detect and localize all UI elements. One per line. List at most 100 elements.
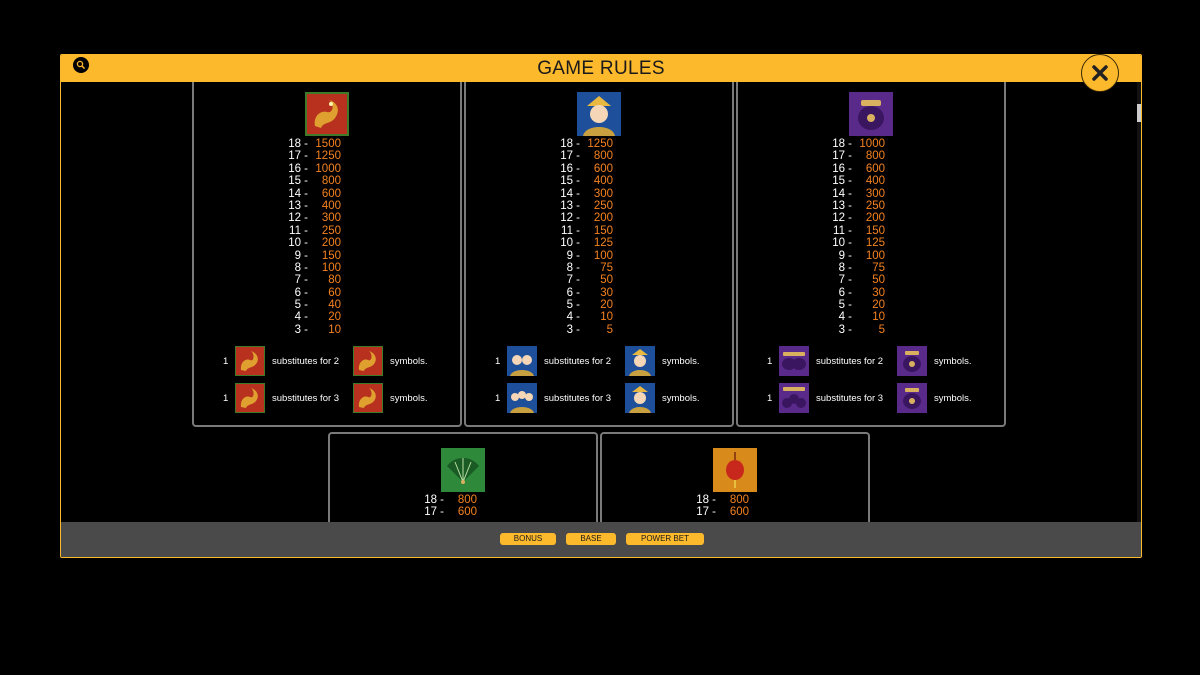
symbol-count: 5 [838,299,845,312]
symbol-count: 10 [288,237,301,250]
paytable-row: 13-400 [279,200,341,212]
paytable-panel-lantern: 18-800 17-600 [600,432,870,522]
separator: - [440,506,444,519]
separator: - [304,138,308,150]
symbol-count: 4 [294,311,301,324]
paytable-row: 6- 30 [823,287,885,299]
separator: - [304,224,308,237]
paytable-row: 4- 20 [279,311,341,323]
paytable-row: 5- 20 [823,299,885,311]
paytable-row: 18- 800 [687,494,749,506]
power-bet-button[interactable]: POWER BET [626,533,704,545]
separator: - [576,199,580,212]
symbol-count: 6 [566,286,573,299]
wild-dragon-icon [235,346,265,376]
paytable-row: 4- 10 [823,311,885,323]
paytable-row: 12-200 [551,212,613,224]
payout-amount: 1250 [315,150,341,163]
paytable-row: 5- 40 [279,299,341,311]
pot-icon [897,383,927,413]
paytable-row: 18-1500 [279,138,341,150]
symbol-count: 12 [832,212,845,225]
separator: - [848,187,852,200]
payout-amount: 400 [865,175,885,188]
symbol-count: 18 [832,138,845,150]
wild-dragon-icon [235,383,265,413]
paytable-row: 7- 80 [279,274,341,286]
symbol-count: 7 [566,274,573,287]
payout-amount: 800 [865,150,885,163]
paytable-row: 16-1000 [279,163,341,175]
substitute-suffix: symbols. [390,393,428,404]
payout-amount: 1000 [859,138,885,150]
bonus-button[interactable]: BONUS [500,533,556,545]
paytable-row: 7- 50 [823,274,885,286]
wild-empress-icon [507,346,537,376]
symbol-count: 8 [838,261,845,274]
substitute-suffix: symbols. [662,356,700,367]
payout-amount: 300 [593,187,613,200]
payout-amount: 20 [328,311,341,324]
separator: - [576,162,580,175]
paytable: 18-1500 17-1250 16-1000 15-800 14-600 13-400 1… [279,138,341,336]
symbol-count: 5 [566,299,573,312]
base-button[interactable]: BASE [566,533,616,545]
symbol-count: 13 [288,199,301,212]
separator: - [848,249,852,262]
paytable-row: 17-1250 [279,150,341,162]
separator: - [304,187,308,200]
separator: - [848,237,852,250]
symbol-count: 9 [294,249,301,262]
separator: - [304,299,308,312]
game-rules-modal: GAME RULES 18-1500 17-1250 16-1000 15-800 14… [60,54,1142,558]
payout-amount: 800 [729,494,749,506]
rules-content[interactable]: 18-1500 17-1250 16-1000 15-800 14-600 13-400 1… [61,82,1137,522]
symbol-count: 10 [832,237,845,250]
scrollbar-thumb[interactable] [1137,104,1141,122]
scrollbar[interactable] [1137,82,1141,522]
paytable-row: 8- 75 [551,262,613,274]
empress-icon [625,346,655,376]
paytable-row: 11-250 [279,225,341,237]
payout-amount: 40 [328,299,341,312]
payout-amount: 50 [872,274,885,287]
close-button[interactable] [1081,54,1119,92]
payout-amount: 600 [321,187,341,200]
paytable-row: 15-800 [279,175,341,187]
separator: - [848,199,852,212]
paytable-row: 10-125 [551,237,613,249]
payout-amount: 800 [593,150,613,163]
substitute-text: substitutes for 2 [544,356,612,367]
symbol-count: 4 [566,311,573,324]
payout-amount: 5 [878,323,885,336]
symbol-count: 7 [294,274,301,287]
dragon-symbol-icon [305,92,349,136]
payout-amount: 400 [321,199,341,212]
paytable-row: 9-150 [279,250,341,262]
payout-amount: 300 [321,212,341,225]
symbol-count: 16 [560,162,573,175]
symbol-count: 16 [288,162,301,175]
separator: - [576,224,580,237]
separator: - [440,494,444,506]
paytable-row: 14-600 [279,188,341,200]
substitute-count: 1 [767,356,773,367]
payout-amount: 300 [865,187,885,200]
symbol-count: 11 [833,224,845,237]
symbol-count: 15 [832,175,845,188]
paytable-row: 9-100 [823,250,885,262]
wild-pot-icon [779,346,809,376]
separator: - [848,311,852,324]
payout-amount: 75 [600,261,613,274]
symbol-count: 14 [288,187,301,200]
paytable-row: 8-100 [279,262,341,274]
separator: - [304,199,308,212]
substitute-text: substitutes for 3 [544,393,612,404]
symbol-count: 15 [288,175,301,188]
wild-empress-icon [507,383,537,413]
symbol-count: 3 [294,323,301,336]
paytable-row: 17-600 [415,506,477,518]
symbol-count: 18 [696,494,709,506]
substitute-text: substitutes for 3 [816,393,884,404]
payout-amount: 250 [865,199,885,212]
